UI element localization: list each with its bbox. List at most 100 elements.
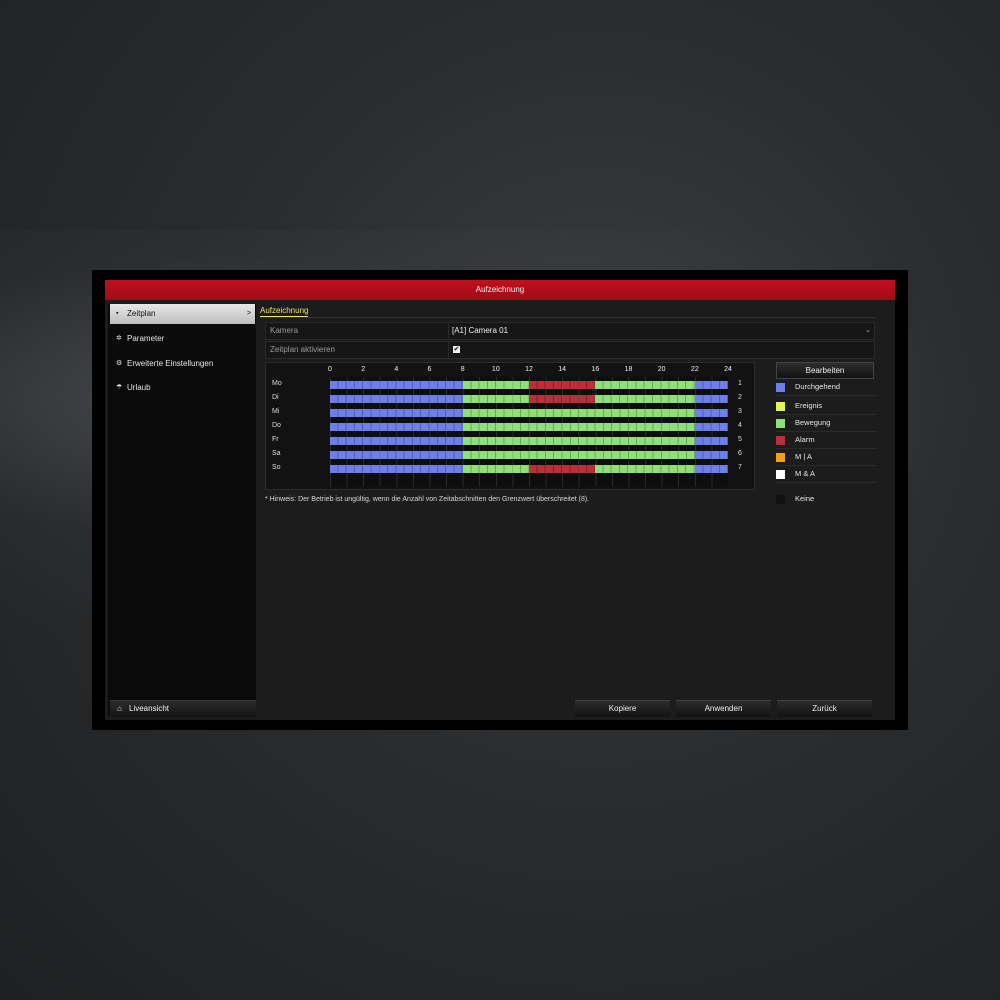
live-view-button[interactable]: ⌂ Liveansicht (110, 700, 256, 717)
legend-item[interactable]: Bewegung (776, 415, 876, 432)
schedule-segment[interactable] (694, 423, 728, 431)
enable-schedule-row: Zeitplan aktivieren ✔ (265, 341, 875, 359)
legend-item[interactable]: M | A (776, 449, 876, 466)
legend-item[interactable]: M & A (776, 466, 876, 483)
legend-label: Durchgehend (795, 382, 841, 391)
schedule-segment[interactable] (330, 395, 463, 403)
schedule-segment[interactable] (595, 465, 695, 473)
legend-label: M | A (795, 452, 812, 461)
day-number: 4 (738, 422, 742, 429)
schedule-segment[interactable] (595, 395, 695, 403)
enable-schedule-label: Zeitplan aktivieren (270, 345, 335, 354)
live-view-label: Liveansicht (129, 704, 170, 713)
schedule-segment[interactable] (462, 437, 695, 445)
tab-recording[interactable]: Aufzeichnung (260, 306, 309, 317)
schedule-segment[interactable] (462, 465, 529, 473)
legend-swatch (776, 402, 785, 411)
schedule-segment[interactable] (529, 465, 596, 473)
schedule-grid[interactable]: 0 2 4 6 8 10 12 14 16 18 20 22 24 Mo 1 Di 2 Mi 3 Do 4 Fr 5 Sa 6 S… (265, 362, 755, 490)
sidebar-item-vacation[interactable]: ☂ Urlaub (110, 378, 255, 398)
hour-label: 12 (525, 366, 533, 373)
hour-label: 0 (328, 366, 332, 373)
camera-select[interactable]: [A1] Camera 01 (452, 323, 508, 339)
legend-item[interactable]: Alarm (776, 432, 876, 449)
schedule-segment[interactable] (462, 409, 695, 417)
apply-button[interactable]: Anwenden (676, 700, 771, 717)
hour-label: 24 (724, 366, 732, 373)
legend-item[interactable]: Durchgehend (776, 379, 876, 396)
camera-label: Kamera (270, 326, 299, 335)
schedule-segment[interactable] (330, 409, 463, 417)
legend-label: M & A (795, 469, 816, 478)
advanced-settings-icon: ⚙ (116, 360, 123, 367)
legend-item[interactable]: Ereignis (776, 398, 876, 415)
schedule-segment[interactable] (462, 381, 529, 389)
hint-text: * Hinweis: Der Betrieb ist ungültig, wen… (265, 496, 590, 503)
recording-window: Aufzeichnung ▪ Zeitplan > ✲ Parameter ⚙ … (105, 280, 895, 720)
day-number: 1 (738, 380, 742, 387)
day-label: So (272, 464, 281, 471)
schedule-segment[interactable] (330, 451, 463, 459)
schedule-segment[interactable] (330, 437, 463, 445)
hour-label: 4 (394, 366, 399, 373)
day-label: Sa (272, 450, 281, 457)
chevron-right-icon: > (246, 310, 251, 317)
schedule-segment[interactable] (330, 423, 463, 431)
window-title: Aufzeichnung (105, 280, 895, 300)
schedule-segment[interactable] (330, 381, 463, 389)
hour-label: 22 (690, 366, 699, 373)
schedule-segment[interactable] (462, 451, 695, 459)
sidebar-item-label: Parameter (127, 334, 165, 343)
tab-divider (260, 317, 875, 318)
schedule-segment[interactable] (694, 395, 728, 403)
legend-swatch (776, 470, 785, 479)
hour-label: 2 (361, 366, 366, 373)
field-separator (448, 342, 449, 358)
enable-schedule-checkbox[interactable]: ✔ (453, 346, 460, 353)
edit-button[interactable]: Bearbeiten (776, 362, 874, 379)
sidebar-item-label: Zeitplan (127, 309, 156, 318)
day-label: Mi (272, 408, 280, 415)
schedule-segment[interactable] (694, 409, 728, 417)
sidebar-item-advanced-settings[interactable]: ⚙ Erweiterte Einstellungen (110, 354, 255, 374)
legend-item[interactable]: Keine (776, 491, 876, 507)
hour-label: 10 (491, 366, 500, 373)
home-icon: ⌂ (117, 704, 122, 713)
schedule-segment[interactable] (462, 395, 529, 403)
schedule-segment[interactable] (529, 381, 596, 389)
schedule-segment[interactable] (529, 395, 596, 403)
schedule-segment[interactable] (694, 381, 728, 389)
legend-swatch (776, 453, 785, 462)
day-number: 2 (738, 394, 742, 401)
field-separator (448, 323, 449, 339)
schedule-segment[interactable] (694, 451, 728, 459)
copy-button[interactable]: Kopiere (575, 700, 670, 717)
legend-swatch (776, 419, 785, 428)
sidebar-item-parameter[interactable]: ✲ Parameter (110, 329, 255, 349)
schedule-segment[interactable] (595, 381, 695, 389)
day-label: Di (272, 394, 279, 401)
hour-label: 18 (624, 366, 633, 373)
gear-icon: ✲ (116, 335, 122, 342)
legend-swatch (776, 495, 785, 504)
legend-label: Keine (795, 494, 815, 503)
sidebar-item-schedule[interactable]: ▪ Zeitplan > (110, 304, 255, 324)
camera-select-row[interactable]: Kamera [A1] Camera 01 ⌄ (265, 322, 875, 340)
legend-label: Alarm (795, 435, 815, 444)
sidebar-item-label: Erweiterte Einstellungen (127, 359, 214, 368)
back-button[interactable]: Zurück (777, 700, 872, 717)
day-number: 5 (738, 436, 742, 443)
hour-label: 16 (591, 366, 600, 373)
chevron-down-icon[interactable]: ⌄ (865, 323, 871, 339)
hour-label: 20 (657, 366, 666, 373)
hour-label: 8 (460, 366, 465, 373)
schedule-segment[interactable] (462, 423, 695, 431)
hour-label: 6 (427, 366, 432, 373)
sidebar-item-label: Urlaub (127, 383, 151, 392)
square-icon: ▪ (116, 310, 119, 317)
day-number: 7 (738, 464, 742, 471)
schedule-segment[interactable] (694, 465, 728, 473)
vacation-icon: ☂ (116, 384, 123, 391)
schedule-segment[interactable] (694, 437, 728, 445)
schedule-segment[interactable] (330, 465, 463, 473)
